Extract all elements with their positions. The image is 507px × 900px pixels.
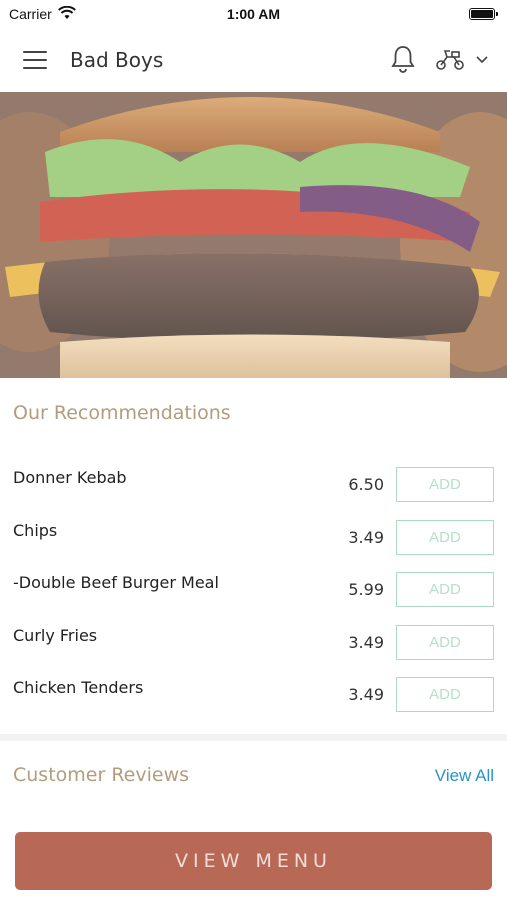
hero-image <box>0 92 507 378</box>
page-title: Bad Boys <box>70 48 164 72</box>
battery-icon <box>469 8 498 20</box>
section-divider <box>0 734 507 741</box>
item-price: 5.99 <box>348 580 384 599</box>
recommendations-title: Our Recommendations <box>13 402 231 424</box>
add-button[interactable]: ADD <box>396 624 494 660</box>
app-header: Bad Boys <box>0 28 507 92</box>
item-name: Chips <box>13 520 58 540</box>
bell-icon[interactable] <box>389 44 417 74</box>
list-item: Donner Kebab 6.50 ADD <box>0 458 507 511</box>
item-name: Curly Fries <box>13 625 98 645</box>
list-item: Curly Fries 3.49 ADD <box>0 616 507 669</box>
list-item: -Double Beef Burger Meal 5.99 ADD <box>0 563 507 616</box>
add-button[interactable]: ADD <box>396 467 494 502</box>
recommendations-list: Donner Kebab 6.50 ADD Chips 3.49 ADD -Do… <box>0 458 507 721</box>
list-item: Chips 3.49 ADD <box>0 511 507 564</box>
item-name: -Double Beef Burger Meal <box>13 573 219 592</box>
header-actions <box>389 44 489 74</box>
add-button[interactable]: ADD <box>396 519 494 555</box>
chevron-down-icon[interactable] <box>475 52 489 66</box>
item-price: 3.49 <box>348 632 384 652</box>
reviews-title: Customer Reviews <box>13 764 190 786</box>
view-menu-button[interactable]: VIEW MENU <box>15 832 492 890</box>
add-button[interactable]: ADD <box>396 677 494 712</box>
view-all-link[interactable]: View All <box>435 766 494 786</box>
item-name: Donner Kebab <box>13 468 127 487</box>
status-time: 1:00 AM <box>226 6 281 22</box>
item-name: Chicken Tenders <box>13 678 144 697</box>
item-price: 3.49 <box>348 685 384 704</box>
item-price: 3.49 <box>348 527 384 547</box>
status-bar: Carrier 1:00 AM <box>0 0 507 28</box>
hero-overlay <box>0 92 507 378</box>
list-item: Chicken Tenders 3.49 ADD <box>0 668 507 721</box>
menu-icon[interactable] <box>23 51 47 69</box>
add-button[interactable]: ADD <box>396 572 494 607</box>
item-price: 6.50 <box>348 475 384 494</box>
scooter-icon[interactable] <box>435 46 465 72</box>
